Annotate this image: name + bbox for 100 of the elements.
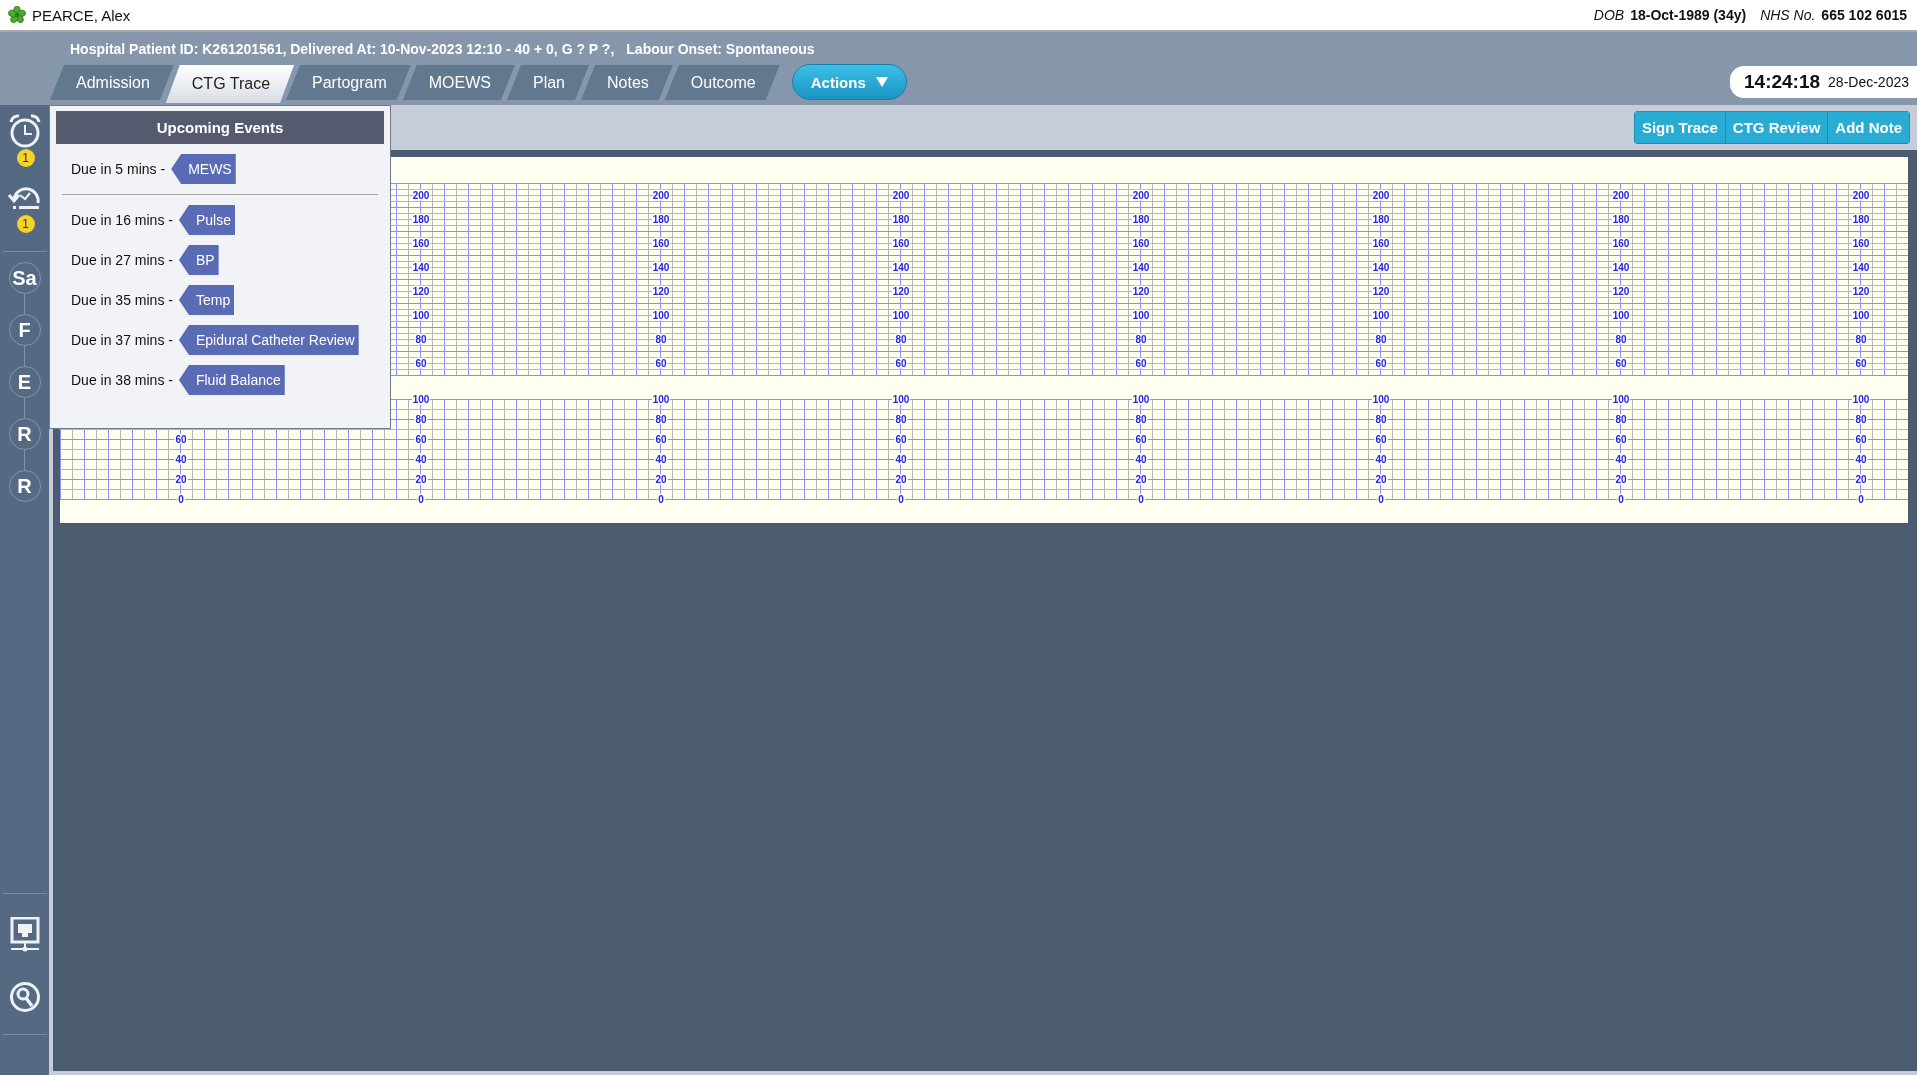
nhs-number-label: NHS No. [1760,7,1816,23]
axis-tick-label: 80 [1375,334,1387,345]
axis-tick-label: 100 [652,394,670,405]
due-time: Due in 5 mins - [71,161,166,177]
axis-tick-label: 180 [412,214,430,225]
event-tag[interactable]: Pulse [178,205,235,235]
axis-tick-label: 100 [1612,310,1630,321]
axis-tick-label: 20 [1855,474,1867,485]
axis-tick-label: 20 [415,474,427,485]
axis-tick-label: 40 [175,454,187,465]
axis-tick-label: 0 [1138,494,1144,505]
axis-tick-label: 140 [1132,262,1150,273]
axis-tick-label: 180 [1132,214,1150,225]
axis-tick-label: 0 [1858,494,1864,505]
nhs-number-value: 665 102 6015 [1821,7,1907,23]
axis-tick-label: 60 [895,358,907,369]
axis-tick-label: 80 [1855,334,1867,345]
axis-tick-label: 80 [1855,414,1867,425]
axis-tick-label: 20 [175,474,187,485]
axis-tick-label: 180 [1612,214,1630,225]
axis-tick-label: 140 [892,262,910,273]
axis-tick-label: 160 [892,238,910,249]
axis-tick-label: 100 [892,310,910,321]
axis-tick-label: 140 [1612,262,1630,273]
axis-tick-label: 100 [652,310,670,321]
axis-tick-label: 120 [652,286,670,297]
actions-button[interactable]: Actions [791,64,907,100]
axis-tick-label: 200 [1612,190,1630,201]
axis-tick-label: 120 [1612,286,1630,297]
tab[interactable]: Partogram [286,65,411,100]
axis-tick-label: 180 [652,214,670,225]
event-tag[interactable]: MEWS [171,154,236,184]
axis-tick-label: 0 [898,494,904,505]
axis-tick-label: 80 [415,334,427,345]
event-tag[interactable]: Fluid Balance [178,365,285,395]
axis-tick-label: 60 [1375,434,1387,445]
axis-tick-label: 180 [892,214,910,225]
axis-tick-label: 40 [1855,454,1867,465]
axis-tick-label: 80 [655,414,667,425]
tab[interactable]: MOEWS [402,65,515,100]
popup-title: Upcoming Events [56,111,384,144]
axis-tick-label: 160 [652,238,670,249]
axis-tick-label: 60 [1135,434,1147,445]
axis-tick-label: 60 [415,434,427,445]
axis-tick-label: 140 [1372,262,1390,273]
count-badge: 1 [16,149,35,167]
tab[interactable]: Admission [50,65,174,100]
clock-date: 28-Dec-2023 [1828,74,1909,90]
axis-tick-label: 160 [1132,238,1150,249]
patient-details: Hospital Patient ID: K261201561, Delivered At: 10-Nov-2023 12:10 - 40 + 0, G ? P ?, [70,41,615,57]
axis-tick-label: 160 [1612,238,1630,249]
labour-onset: Labour Onset: Spontaneous [626,41,815,57]
axis-tick-label: 20 [895,474,907,485]
axis-tick-label: 120 [1132,286,1150,297]
event-tag[interactable]: Epidural Catheter Review [178,325,359,355]
axis-tick-label: 140 [412,262,430,273]
toolbar-button[interactable]: CTG Review [1724,112,1828,143]
axis-tick-label: 80 [1375,414,1387,425]
axis-tick-label: 140 [652,262,670,273]
search-icon[interactable] [8,981,41,1013]
axis-tick-label: 80 [895,414,907,425]
axis-tick-label: 140 [1852,262,1870,273]
axis-tick-label: 80 [1615,414,1627,425]
axis-tick-label: 60 [655,358,667,369]
axis-tick-label: 0 [178,494,184,505]
axis-tick-label: 100 [1372,394,1390,405]
toolbar-button[interactable]: Add Note [1827,112,1909,143]
axis-tick-label: 100 [892,394,910,405]
axis-tick-label: 40 [1375,454,1387,465]
count-badge: 1 [16,215,35,233]
axis-tick-label: 200 [1372,190,1390,201]
dob-value: 18-Oct-1989 (34y) [1630,7,1747,23]
axis-tick-label: 80 [415,414,427,425]
due-time: Due in 35 mins - [71,292,173,308]
axis-tick-label: 160 [412,238,430,249]
tab[interactable]: Notes [581,65,673,100]
tab[interactable]: Outcome [664,65,780,100]
axis-tick-label: 80 [1135,414,1147,425]
axis-tick-label: 160 [1372,238,1390,249]
network-monitor-icon[interactable] [9,917,40,953]
tab[interactable]: Plan [506,65,589,100]
axis-tick-label: 200 [892,190,910,201]
toolbar-button[interactable]: Sign Trace [1634,112,1725,143]
axis-tick-label: 0 [658,494,664,505]
axis-tick-label: 60 [1135,358,1147,369]
due-time: Due in 16 mins - [71,212,173,228]
axis-tick-label: 100 [1132,394,1150,405]
axis-tick-label: 40 [655,454,667,465]
tab[interactable]: CTG Trace [165,65,295,103]
due-time: Due in 27 mins - [71,252,173,268]
event-tag[interactable]: Temp [178,285,235,315]
axis-tick-label: 100 [412,394,430,405]
axis-tick-label: 180 [1372,214,1390,225]
patient-name: PEARCE, Alex [32,6,131,24]
axis-tick-label: 80 [895,334,907,345]
axis-tick-label: 20 [1615,474,1627,485]
axis-tick-label: 60 [655,434,667,445]
event-tag[interactable]: BP [178,245,219,275]
axis-tick-label: 60 [1615,358,1627,369]
axis-tick-label: 100 [1612,394,1630,405]
